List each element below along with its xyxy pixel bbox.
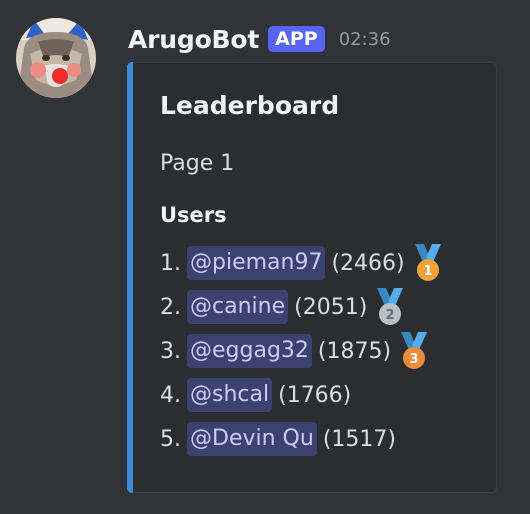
- user-score: (1517): [322, 426, 396, 452]
- bronze-medal-icon: 3: [397, 332, 431, 370]
- leaderboard-row: 5. @Devin Qu (1517): [160, 417, 490, 461]
- leaderboard-embed: Leaderboard Page 1 Users 1. @pieman97 (2…: [127, 62, 497, 493]
- leaderboard-row: 2. @canine (2051) 2: [160, 285, 490, 329]
- embed-title: Leaderboard: [160, 91, 340, 120]
- user-score: (2466): [331, 250, 405, 276]
- embed-page-label: Page 1: [160, 151, 235, 176]
- user-mention[interactable]: @shcal: [187, 378, 273, 412]
- rank-number: 2.: [160, 294, 181, 320]
- bot-message: ArugoBot APP 02:36 Leaderboard Page 1 Us…: [0, 0, 530, 514]
- leaderboard-row: 3. @eggag32 (1875) 3: [160, 329, 490, 373]
- gold-medal-icon: 1: [411, 244, 445, 282]
- svg-text:1: 1: [423, 264, 432, 279]
- user-score: (1875): [317, 338, 392, 364]
- message-timestamp[interactable]: 02:36: [339, 29, 391, 50]
- svg-text:2: 2: [386, 308, 395, 323]
- embed-section-title: Users: [160, 203, 227, 227]
- user-mention[interactable]: @Devin Qu: [187, 422, 317, 456]
- rank-number: 4.: [160, 382, 181, 408]
- message-header: ArugoBot APP 02:36: [128, 20, 391, 58]
- bot-username[interactable]: ArugoBot: [128, 25, 259, 54]
- embed-accent-bar: [127, 62, 133, 493]
- svg-text:3: 3: [410, 352, 419, 367]
- user-mention[interactable]: @eggag32: [187, 334, 312, 368]
- silver-medal-icon: 2: [373, 288, 407, 326]
- user-mention[interactable]: @canine: [187, 290, 289, 324]
- rank-number: 1.: [160, 250, 181, 276]
- wolf-avatar-icon: [16, 18, 96, 98]
- leaderboard-row: 4. @shcal (1766): [160, 373, 490, 417]
- user-score: (2051): [294, 294, 368, 320]
- user-score: (1766): [278, 382, 352, 408]
- leaderboard-list: 1. @pieman97 (2466) 1 2. @canine (2051): [160, 241, 490, 461]
- user-mention[interactable]: @pieman97: [187, 246, 326, 280]
- leaderboard-row: 1. @pieman97 (2466) 1: [160, 241, 490, 285]
- app-badge: APP: [268, 26, 325, 52]
- rank-number: 3.: [160, 338, 181, 364]
- bot-avatar[interactable]: [16, 18, 96, 98]
- rank-number: 5.: [160, 426, 181, 452]
